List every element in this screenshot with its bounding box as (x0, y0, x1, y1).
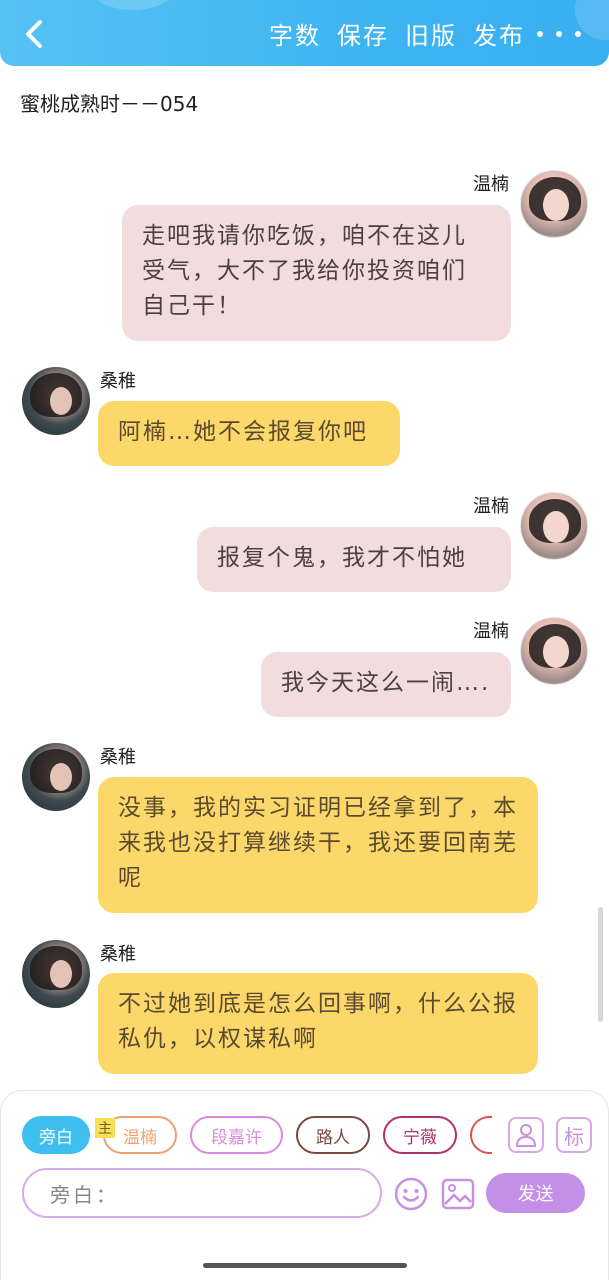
role-chip-narrator[interactable]: 旁白 (22, 1116, 90, 1154)
sender-name: 温楠 (473, 621, 509, 642)
message-bubble[interactable]: 报复个鬼，我才不怕她 (197, 527, 511, 592)
sender-name: 温楠 (473, 496, 509, 517)
avatar[interactable] (520, 617, 588, 685)
sender-name: 桑稚 (100, 747, 136, 768)
role-chip-duanjiaxu[interactable]: 段嘉许 (190, 1116, 283, 1154)
message-bubble[interactable]: 没事，我的实习证明已经拿到了，本来我也没打算继续干，我还要回南芜呢 (98, 777, 538, 913)
top-actions: 字数 保存 旧版 发布 (269, 16, 525, 51)
home-indicator[interactable] (203, 1263, 407, 1268)
sender-name: 桑稚 (100, 371, 136, 392)
message-bubble[interactable]: 不过她到底是怎么回事啊，什么公报私仇，以权谋私啊 (98, 973, 538, 1074)
avatar[interactable] (22, 940, 90, 1008)
save-button[interactable]: 保存 (337, 16, 389, 51)
message-input[interactable]: 旁白： (22, 1168, 382, 1218)
word-count-button[interactable]: 字数 (269, 16, 321, 51)
tag-label-icon[interactable]: 标 (556, 1117, 592, 1153)
avatar[interactable] (22, 743, 90, 811)
message-bubble[interactable]: 走吧我请你吃饭，咱不在这儿受气，大不了我给你投资咱们自己干！ (122, 205, 511, 341)
avatar[interactable] (520, 492, 588, 560)
scrollbar[interactable] (598, 907, 603, 1022)
document-title: 蜜桃成熟时－－054 (20, 92, 199, 116)
top-bar: 字数 保存 旧版 发布 (0, 0, 609, 66)
old-version-button[interactable]: 旧版 (405, 16, 457, 51)
publish-button[interactable]: 发布 (473, 16, 525, 51)
back-button[interactable] (14, 14, 54, 54)
avatar[interactable] (22, 367, 90, 435)
person-card-icon[interactable] (508, 1117, 544, 1153)
role-chip-passerby[interactable]: 路人 (296, 1116, 370, 1154)
chat-editor-page: 字数 保存 旧版 发布 蜜桃成熟时－－054 温楠 走吧我请你吃饭，咱不在这儿受… (0, 0, 609, 1280)
message-bubble[interactable]: 我今天这么一闹…. (261, 652, 511, 717)
sender-name: 温楠 (473, 174, 509, 195)
topbar-decoration (88, 0, 178, 10)
more-dots-icon[interactable] (537, 22, 581, 46)
role-chip-ningwei[interactable]: 宁薇 (383, 1116, 457, 1154)
main-role-badge: 主 (95, 1118, 115, 1138)
emoji-icon[interactable] (392, 1175, 430, 1213)
image-icon[interactable] (439, 1175, 477, 1213)
sender-name: 桑稚 (100, 944, 136, 965)
send-button[interactable]: 发送 (486, 1173, 585, 1213)
chevron-left-icon (26, 20, 42, 48)
avatar[interactable] (520, 170, 588, 238)
message-bubble[interactable]: 阿楠…她不会报复你吧 (98, 401, 400, 466)
